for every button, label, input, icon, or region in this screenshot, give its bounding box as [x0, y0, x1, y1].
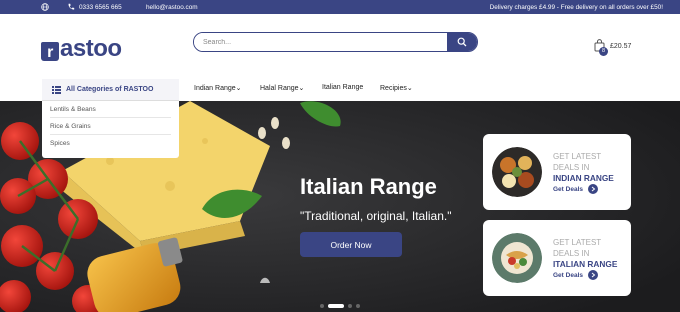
get-deals-link[interactable]: Get Deals [553, 270, 598, 280]
logo-bag-icon: r [41, 42, 59, 61]
chevron-down-icon: ⌄ [298, 85, 305, 92]
carousel-dot[interactable] [320, 304, 324, 308]
delivery-notice: Delivery charges £4.99 - Free delivery o… [490, 0, 663, 14]
promo-line1: GET LATEST [553, 238, 602, 247]
hero-subtitle: "Traditional, original, Italian." [300, 209, 452, 223]
promo-line2: DEALS IN [553, 163, 590, 172]
promo-range: ITALIAN RANGE [553, 259, 618, 269]
nav-item-indian-range[interactable]: Indian Range⌄ [194, 84, 242, 92]
hero-title: Italian Range [300, 174, 437, 199]
search-icon [457, 37, 467, 47]
all-categories-label: All Categories of RASTOO [66, 86, 154, 93]
category-dropdown: All Categories of RASTOO Lentils & Beans… [42, 79, 179, 158]
logo-text: astoo [60, 35, 122, 62]
get-deals-link[interactable]: Get Deals [553, 184, 598, 194]
email-contact[interactable]: hello@rastoo.com [146, 0, 198, 14]
promo-range: INDIAN RANGE [553, 173, 614, 183]
logo[interactable]: r astoo [41, 35, 122, 63]
italian-food-image [492, 233, 542, 283]
arrow-right-icon [588, 270, 598, 280]
carousel-dots [320, 304, 360, 308]
indian-food-image [492, 147, 542, 197]
category-item-spices[interactable]: Spices [50, 135, 171, 152]
all-categories-button[interactable]: All Categories of RASTOO [42, 79, 179, 101]
cart-count-badge: 8 [599, 47, 608, 56]
email-address: hello@rastoo.com [146, 3, 198, 11]
site-header: rastoo 8 £20.57 [0, 14, 680, 80]
chevron-down-icon: ⌄ [235, 85, 242, 92]
phone-contact[interactable]: 0333 6565 665 [67, 0, 122, 14]
category-item-lentils[interactable]: Lentils & Beans [50, 101, 171, 118]
search-button[interactable] [447, 33, 477, 51]
search-bar [193, 32, 478, 52]
cart-total: £20.57 [610, 42, 632, 50]
promo-line2: DEALS IN [553, 249, 590, 258]
nav-item-halal-range[interactable]: Halal Range⌄ [260, 84, 304, 92]
delivery-text: Delivery charges £4.99 - Free delivery o… [489, 3, 663, 11]
carousel-dot[interactable] [348, 304, 352, 308]
promo-line1: GET LATEST [553, 152, 602, 161]
globe-icon [41, 3, 49, 11]
category-item-rice[interactable]: Rice & Grains [50, 118, 171, 135]
nav-item-italian-range[interactable]: Italian Range [322, 84, 363, 91]
arrow-right-icon [588, 184, 598, 194]
carousel-dot-active[interactable] [328, 304, 344, 308]
promo-card-italian[interactable]: GET LATEST DEALS IN ITALIAN RANGE Get De… [483, 220, 631, 296]
top-info-bar: 0333 6565 665 hello@rastoo.com Delivery … [0, 0, 680, 14]
order-now-button[interactable]: Order Now [300, 232, 402, 257]
cart-button[interactable]: 8 £20.57 [594, 39, 632, 56]
phone-number: 0333 6565 665 [79, 3, 122, 11]
search-input[interactable] [194, 33, 447, 51]
menu-list-icon [52, 85, 61, 94]
carousel-dot[interactable] [356, 304, 360, 308]
globe-selector[interactable] [41, 0, 53, 14]
promo-card-indian[interactable]: GET LATEST DEALS IN INDIAN RANGE Get Dea… [483, 134, 631, 210]
nav-item-recipies[interactable]: Recipies⌄ [380, 84, 413, 92]
chevron-down-icon: ⌄ [406, 85, 413, 92]
phone-icon [68, 3, 75, 10]
